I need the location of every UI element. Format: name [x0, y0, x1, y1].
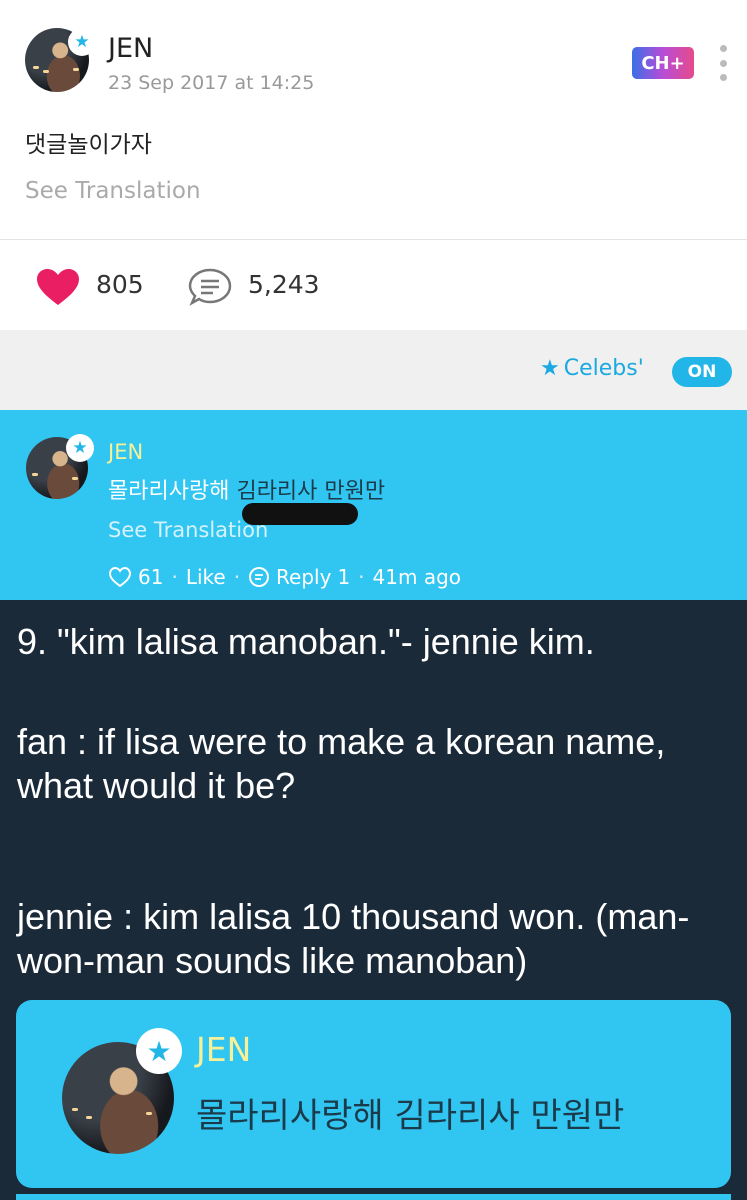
embedded-comment-image: ★ JEN 몰라리사랑해 김라리사 만원만	[16, 1000, 731, 1188]
post-body: 댓글놀이가자	[25, 132, 152, 158]
comment-icon[interactable]	[188, 268, 232, 306]
embedded-body: 몰라리사랑해 김라리사 만원만	[196, 1096, 625, 1136]
celebs-filter-bar: ★ Celebs' ON	[0, 330, 747, 410]
tweet-line-1: 9. "kim lalisa manoban."- jennie kim.	[17, 621, 595, 662]
comment-count: 5,243	[248, 270, 320, 299]
celebs-label-text: Celebs'	[563, 356, 644, 381]
cropped-image-edge	[16, 1194, 731, 1200]
star-icon: ★	[540, 356, 560, 381]
tweet-line-3: jennie : kim lalisa 10 thousand won. (ma…	[17, 896, 690, 981]
comment-like-count: 61	[138, 565, 164, 589]
author-name[interactable]: JEN	[108, 33, 153, 64]
comment-meta: 61 · Like · Reply 1 · 41m ago	[108, 565, 461, 589]
celebs-toggle[interactable]: ON	[672, 357, 732, 387]
celebs-filter-label[interactable]: ★ Celebs'	[540, 356, 644, 381]
post-date: 23 Sep 2017 at 14:25	[108, 72, 315, 94]
commenter-name[interactable]: JEN	[108, 440, 143, 464]
celeb-comment: ★ JEN 몰라리사랑해 김라리사 만원만 See Translation 61…	[0, 410, 747, 600]
separator-dot: ·	[358, 565, 365, 589]
like-count: 805	[96, 270, 144, 299]
comment-body-part-2: 김라리사 만원만	[236, 479, 386, 504]
divider	[0, 239, 747, 240]
redaction-bar	[242, 503, 358, 525]
reply-bubble-icon[interactable]	[248, 566, 270, 588]
post-card: ★ JEN 23 Sep 2017 at 14:25 CH+ 댓글놀이가자 Se…	[0, 0, 747, 330]
separator-dot: ·	[171, 565, 178, 589]
separator-dot: ·	[233, 565, 241, 589]
comment-body-part-1: 몰라리사랑해	[108, 479, 230, 504]
celeb-star-icon: ★	[68, 28, 96, 56]
embedded-author: JEN	[196, 1030, 252, 1069]
celeb-star-icon: ★	[66, 434, 94, 462]
see-translation-link[interactable]: See Translation	[25, 178, 201, 204]
more-options-icon[interactable]	[715, 45, 731, 81]
tweet-line-2: fan : if lisa were to make a korean name…	[17, 721, 666, 806]
like-button[interactable]: Like	[186, 565, 226, 589]
comment-time: 41m ago	[372, 565, 462, 589]
channel-plus-badge[interactable]: CH+	[632, 47, 694, 79]
heart-outline-icon[interactable]	[108, 566, 132, 588]
celeb-star-icon: ★	[136, 1028, 182, 1074]
comment-body: 몰라리사랑해 김라리사 만원만	[108, 473, 385, 505]
heart-icon[interactable]	[36, 268, 80, 306]
tweet-panel: 9. "kim lalisa manoban."- jennie kim. fa…	[0, 600, 747, 1200]
reply-count: 1	[337, 565, 351, 589]
reply-button[interactable]: Reply	[276, 565, 331, 589]
